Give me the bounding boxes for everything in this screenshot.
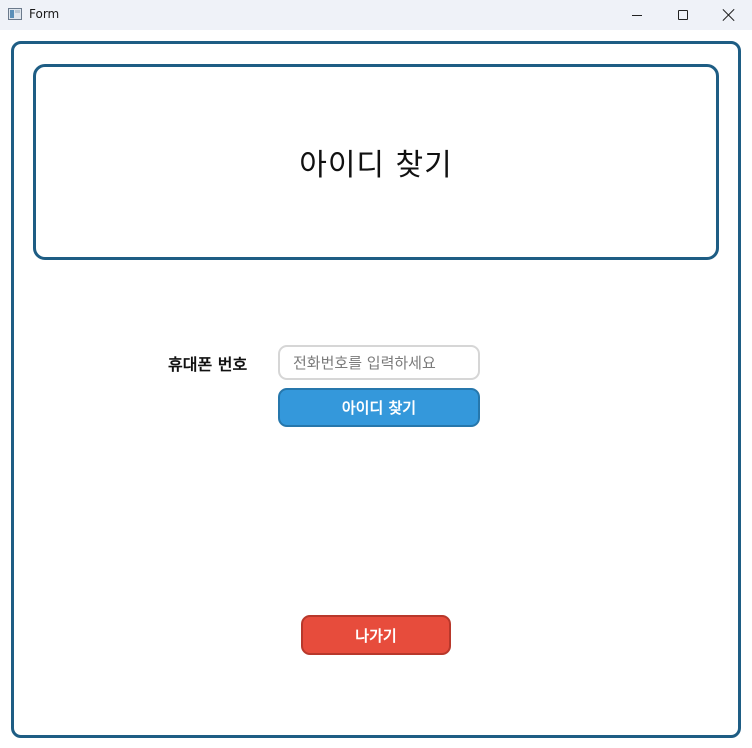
form-app-icon (8, 8, 22, 20)
phone-input[interactable] (278, 345, 480, 380)
close-icon (723, 9, 735, 21)
exit-button[interactable]: 나가기 (301, 615, 451, 655)
maximize-icon (678, 10, 688, 20)
minimize-icon (632, 14, 642, 16)
phone-label: 휴대폰 번호 (168, 355, 248, 374)
window-client-area: 아이디 찾기 휴대폰 번호 아이디 찾기 나가기 (0, 30, 752, 748)
window-title: Form (29, 7, 60, 21)
header-panel: 아이디 찾기 (33, 64, 719, 260)
close-button[interactable] (706, 0, 752, 30)
find-id-button[interactable]: 아이디 찾기 (278, 388, 480, 427)
minimize-button[interactable] (614, 0, 660, 30)
page-title: 아이디 찾기 (299, 148, 453, 183)
title-bar[interactable]: Form (0, 0, 752, 30)
maximize-button[interactable] (660, 0, 706, 30)
